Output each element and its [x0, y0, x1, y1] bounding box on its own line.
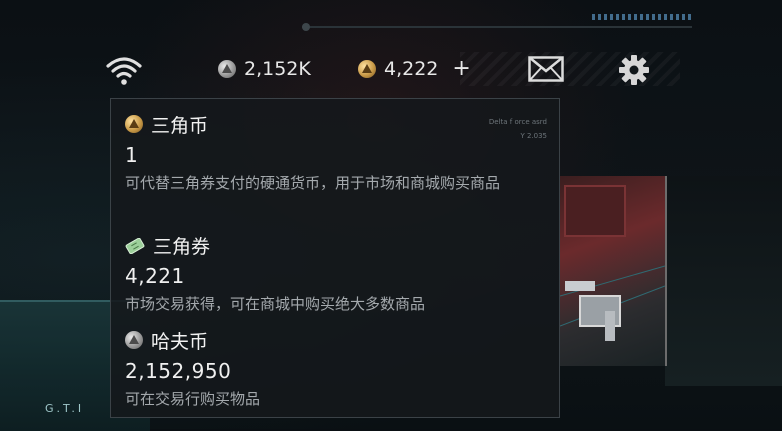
entry-name: 三角券	[153, 235, 211, 258]
currency-entry-haf-coin: 哈夫币 2,152,950 可在交易行购买物品	[125, 327, 525, 411]
entry-description: 可代替三角券支付的硬通货币，用于市场和商城购买商品	[125, 174, 501, 192]
haf-balance-value: 2,152K	[244, 58, 311, 80]
entry-description: 可在交易行购买物品	[125, 390, 261, 408]
currency-entry-triangle-coin: 三角币 1 可代替三角券支付的硬通货币，用于市场和商城购买商品	[125, 111, 525, 195]
background-weapon-preview	[559, 176, 667, 366]
triangle-balance-value: 4,222	[384, 58, 439, 80]
triangle-currency-display[interactable]: 4,222 +	[358, 58, 471, 80]
triangle-ticket-icon	[125, 237, 145, 255]
entry-description: 市场交易获得，可在商城中购买绝大多数商品	[125, 295, 426, 313]
top-hud-bar: 2,152K 4,222 +	[100, 50, 682, 88]
mail-icon[interactable]	[528, 56, 564, 82]
entry-amount: 2,152,950	[125, 359, 232, 383]
entry-amount: 4,221	[125, 264, 185, 288]
gold-coin-icon	[358, 60, 376, 78]
silver-coin-icon	[218, 60, 236, 78]
triangle-coin-icon	[125, 115, 143, 133]
entry-name: 哈夫币	[151, 330, 209, 353]
haf-coin-icon	[125, 331, 143, 349]
top-decoration	[592, 14, 692, 20]
top-progress-line	[302, 23, 692, 31]
currency-info-panel: Delta f orce asrd Y 2.035 三角币 1 可代替三角券支付…	[110, 98, 560, 418]
wifi-icon	[104, 54, 144, 86]
background-right-strip	[665, 176, 782, 386]
haf-currency-display[interactable]: 2,152K	[218, 58, 311, 80]
entry-amount: 1	[125, 143, 139, 167]
plus-icon[interactable]: +	[452, 58, 470, 80]
background-left-label: G.T.I	[45, 402, 85, 415]
entry-name: 三角币	[151, 114, 209, 137]
weapon-illustration	[559, 185, 666, 341]
currency-entry-triangle-ticket: 三角券 4,221 市场交易获得，可在商城中购买绝大多数商品	[125, 232, 525, 316]
gear-icon[interactable]	[618, 54, 650, 86]
